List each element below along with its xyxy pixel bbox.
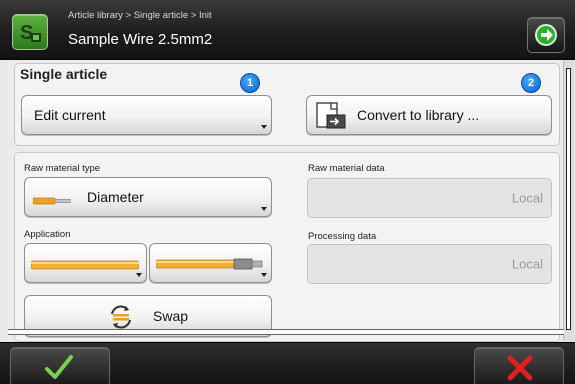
raw-material-data-value: Local <box>511 190 543 206</box>
convert-to-library-icon <box>315 101 347 134</box>
confirm-button[interactable] <box>10 347 110 384</box>
chevron-down-icon <box>261 207 267 211</box>
convert-to-library-label: Convert to library ... <box>357 107 480 123</box>
swap-label: Swap <box>153 308 189 324</box>
page-title: Sample Wire 2.5mm2 <box>68 31 213 48</box>
breadcrumb: Article library > Single article > Init <box>68 10 212 21</box>
raw-material-type-value: Diameter <box>87 189 144 205</box>
raw-material-type-dropdown[interactable]: Diameter <box>24 177 272 217</box>
wire-crimp-icon <box>155 257 266 274</box>
processing-data-value: Local <box>511 256 543 272</box>
raw-material-data-label: Raw material data <box>308 163 385 174</box>
application-label: Application <box>24 229 71 240</box>
scrollbar-thumb[interactable] <box>566 68 571 330</box>
chevron-down-icon <box>261 125 267 129</box>
chevron-down-icon <box>261 273 267 277</box>
arrow-right-circle-icon <box>535 24 557 46</box>
processing-data-label: Processing data <box>308 231 377 242</box>
wire-plain-icon <box>30 258 140 274</box>
raw-material-type-label: Raw material type <box>24 163 101 174</box>
vertical-scrollbar[interactable] <box>563 60 574 341</box>
raw-material-data-field[interactable]: Local <box>307 178 552 218</box>
next-button[interactable] <box>527 17 565 53</box>
single-article-title: Single article <box>20 66 108 82</box>
chevron-down-icon <box>136 273 142 277</box>
edit-current-dropdown[interactable]: Edit current <box>21 95 272 135</box>
cancel-button[interactable] <box>474 347 564 384</box>
checkmark-icon <box>45 355 73 379</box>
horizontal-scrollbar[interactable] <box>8 329 564 335</box>
close-x-icon <box>507 355 533 381</box>
badge-2: 2 <box>521 73 541 93</box>
processing-data-field[interactable]: Local <box>307 244 552 284</box>
convert-to-library-button[interactable]: Convert to library ... <box>306 95 552 135</box>
badge-1: 1 <box>240 73 260 93</box>
s-logo-icon[interactable]: S <box>12 14 48 50</box>
edit-current-label: Edit current <box>34 107 106 123</box>
wire-diameter-icon <box>32 193 73 209</box>
footer-bar <box>0 342 575 384</box>
application-left-dropdown[interactable] <box>24 243 147 283</box>
application-right-dropdown[interactable] <box>149 243 272 283</box>
title-bar: S Article library > Single article > Ini… <box>0 0 575 60</box>
